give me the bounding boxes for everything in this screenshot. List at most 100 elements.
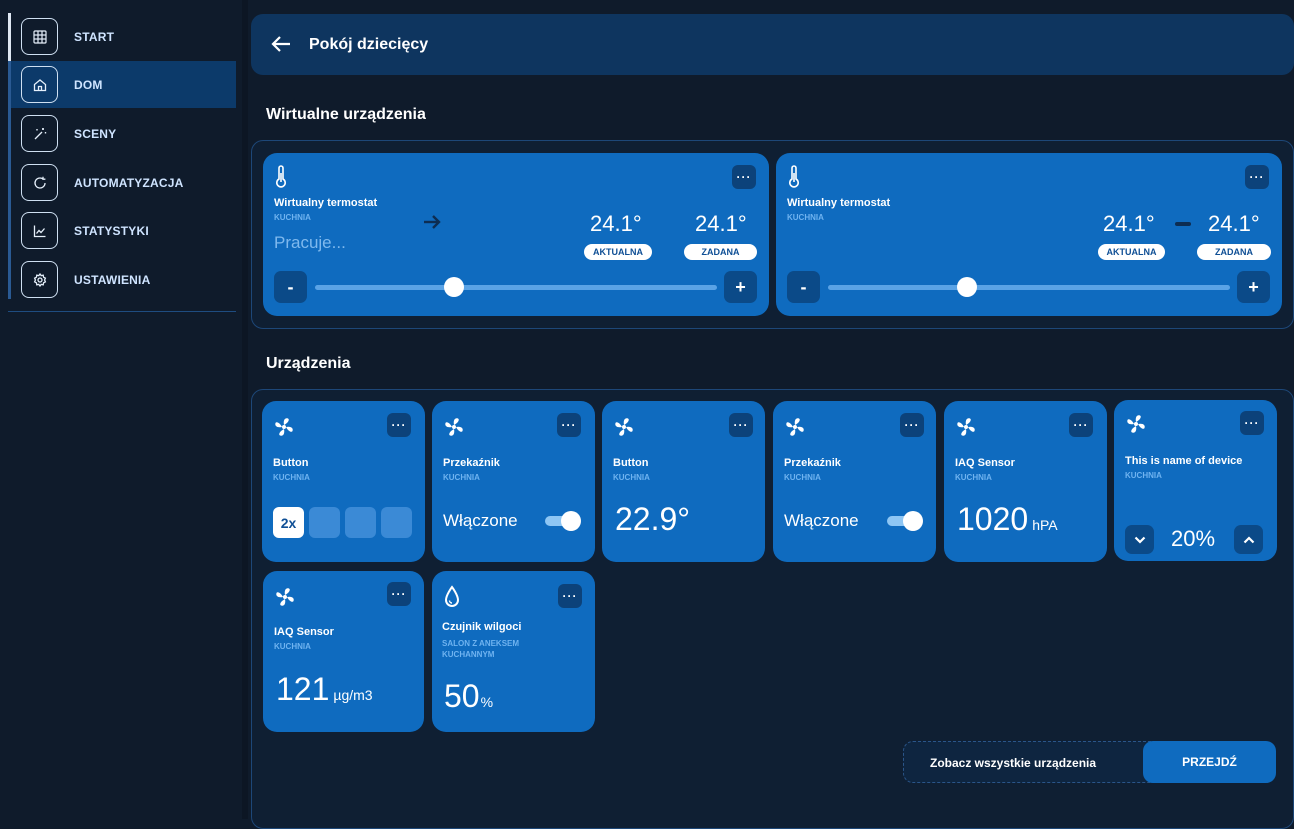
device-card[interactable]: ··· Czujnik wilgoci SALON Z ANEKSEM KUCH… xyxy=(432,571,595,732)
thermometer-icon xyxy=(787,165,801,194)
card-menu-button[interactable]: ··· xyxy=(557,413,581,437)
increase-button[interactable]: + xyxy=(1237,271,1270,303)
temperature-slider-track[interactable] xyxy=(828,285,1230,290)
decrease-level-button[interactable] xyxy=(1125,525,1154,554)
device-value: 1020 xyxy=(957,501,1029,537)
section-title-devices: Urządzenia xyxy=(266,355,351,372)
sidebar-item-label: USTAWIENIA xyxy=(74,272,151,287)
device-room: SALON Z ANEKSEM KUCHANNYM xyxy=(442,639,520,659)
go-button[interactable]: PRZEJDŹ xyxy=(1143,741,1276,783)
sidebar-separator xyxy=(242,0,248,819)
device-name: Przekaźnik xyxy=(784,457,841,469)
sidebar-item-statystyki[interactable]: STATYSTYKI xyxy=(11,207,236,254)
device-name: IAQ Sensor xyxy=(274,626,334,638)
device-card[interactable]: ··· This is name of device KUCHNIA 20% xyxy=(1114,400,1277,561)
device-name: Button xyxy=(273,457,309,469)
device-card[interactable]: ··· Przekaźnik KUCHNIA Włączone xyxy=(432,401,595,562)
press-option-button[interactable] xyxy=(381,507,412,538)
section-title-virtual: Wirtualne urządzenia xyxy=(266,106,426,123)
device-room: KUCHNIA xyxy=(273,473,310,482)
fan-icon xyxy=(1125,413,1147,440)
card-menu-button[interactable]: ··· xyxy=(1240,411,1264,435)
temperature-slider-thumb[interactable] xyxy=(957,277,977,297)
device-value-row: 121 µg/m3 xyxy=(276,671,373,708)
sidebar-item-label: AUTOMATYZACJA xyxy=(74,175,184,190)
sidebar-item-automatyzacja[interactable]: AUTOMATYZACJA xyxy=(11,159,236,206)
sidebar-item-label: START xyxy=(74,29,115,44)
page-header: Pokój dziecięcy xyxy=(251,14,1294,75)
relay-toggle[interactable] xyxy=(545,511,581,531)
device-unit: hPA xyxy=(1032,517,1058,533)
thermostat-card[interactable]: ··· Wirtualny termostat KUCHNIA 24.1° 24… xyxy=(776,153,1282,316)
fan-icon xyxy=(613,416,635,443)
temperature-slider-track[interactable] xyxy=(315,285,717,290)
refresh-icon xyxy=(21,164,58,201)
sidebar-item-label: DOM xyxy=(74,77,103,92)
grid-icon xyxy=(21,18,58,55)
see-all-devices-bar: Zobacz wszystkie urządzenia PRZEJDŹ xyxy=(903,741,1276,783)
target-temperature: 24.1° xyxy=(1208,211,1260,236)
fan-icon xyxy=(274,586,296,613)
card-menu-button[interactable]: ··· xyxy=(1069,413,1093,437)
device-room: KUCHNIA xyxy=(274,213,311,222)
chart-icon xyxy=(21,212,58,249)
sidebar-item-dom[interactable]: DOM xyxy=(11,61,236,108)
fan-icon xyxy=(955,416,977,443)
sidebar-item-label: SCENY xyxy=(74,126,117,141)
device-card[interactable]: ··· Przekaźnik KUCHNIA Włączone xyxy=(773,401,936,562)
device-unit: % xyxy=(480,694,494,710)
card-menu-button[interactable]: ··· xyxy=(558,584,582,608)
home-icon xyxy=(21,66,58,103)
magic-wand-icon xyxy=(21,115,58,152)
device-card[interactable]: ··· IAQ Sensor KUCHNIA 1020 hPA xyxy=(944,401,1107,562)
device-room: KUCHNIA xyxy=(955,473,992,482)
fan-icon xyxy=(784,416,806,443)
decrease-button[interactable]: - xyxy=(787,271,820,303)
water-drop-icon xyxy=(444,585,460,614)
current-label-badge: AKTUALNA xyxy=(1098,244,1165,260)
device-room: KUCHNIA xyxy=(784,473,821,482)
device-room: KUCHNIA xyxy=(443,473,480,482)
device-value: 22.9° xyxy=(615,501,691,537)
press-option-button[interactable] xyxy=(309,507,340,538)
sidebar-item-label: STATYSTYKI xyxy=(74,223,149,238)
temperature-slider-thumb[interactable] xyxy=(444,277,464,297)
device-value: 50 xyxy=(444,678,480,714)
sidebar: START DOM SCENY AUTOMATYZACJA STATYSTYKI… xyxy=(0,0,242,819)
fan-icon xyxy=(443,416,465,443)
relay-state: Włączone xyxy=(443,511,518,530)
device-room: KUCHNIA xyxy=(1125,471,1162,480)
increase-level-button[interactable] xyxy=(1234,525,1263,554)
decrease-button[interactable]: - xyxy=(274,271,307,303)
press-option-button[interactable] xyxy=(345,507,376,538)
thermostat-card[interactable]: ··· Wirtualny termostat KUCHNIA Pracuje.… xyxy=(263,153,769,316)
increase-button[interactable]: + xyxy=(724,271,757,303)
device-name: Button xyxy=(613,457,649,469)
current-temperature: 24.1° xyxy=(590,211,642,236)
device-card[interactable]: ··· Button KUCHNIA 22.9° xyxy=(602,401,765,562)
page-title: Pokój dziecięcy xyxy=(309,36,429,53)
card-menu-button[interactable]: ··· xyxy=(900,413,924,437)
device-room: KUCHNIA xyxy=(613,473,650,482)
fan-icon xyxy=(273,416,295,443)
sidebar-item-ustawienia[interactable]: USTAWIENIA xyxy=(11,256,236,303)
card-menu-button[interactable]: ··· xyxy=(732,165,756,189)
current-label-badge: AKTUALNA xyxy=(584,244,652,260)
sidebar-item-sceny[interactable]: SCENY xyxy=(11,110,236,157)
current-temperature: 24.1° xyxy=(1103,211,1155,236)
device-unit: µg/m3 xyxy=(333,687,373,703)
target-label-badge: ZADANA xyxy=(684,244,757,260)
back-arrow-icon[interactable] xyxy=(271,35,291,58)
see-all-devices-label: Zobacz wszystkie urządzenia xyxy=(930,756,1097,770)
sidebar-item-start[interactable]: START xyxy=(11,13,236,60)
device-card[interactable]: ··· Button KUCHNIA 2x xyxy=(262,401,425,562)
gear-icon xyxy=(21,261,58,298)
press-2x-button[interactable]: 2x xyxy=(273,507,304,538)
card-menu-button[interactable]: ··· xyxy=(387,582,411,606)
relay-toggle[interactable] xyxy=(887,511,923,531)
card-menu-button[interactable]: ··· xyxy=(729,413,753,437)
card-menu-button[interactable]: ··· xyxy=(1245,165,1269,189)
device-card[interactable]: ··· IAQ Sensor KUCHNIA 121 µg/m3 xyxy=(263,571,424,732)
card-menu-button[interactable]: ··· xyxy=(387,413,411,437)
device-value: 121 xyxy=(276,671,330,707)
